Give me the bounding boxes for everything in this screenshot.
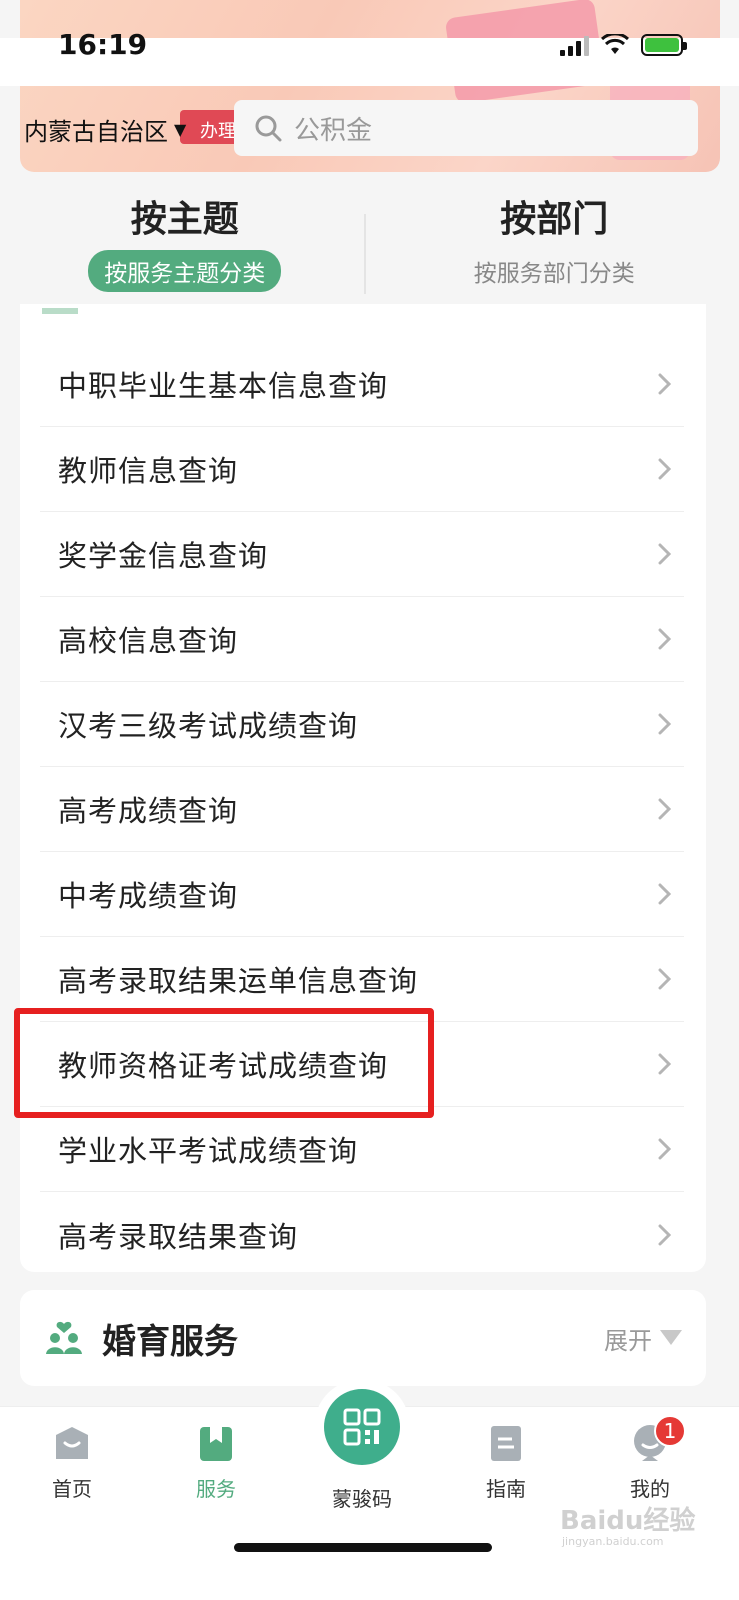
service-item-label: 高考录取结果查询 bbox=[58, 1219, 299, 1254]
triangle-down-icon bbox=[660, 1330, 682, 1345]
chevron-right-icon bbox=[658, 373, 672, 395]
service-item-label: 中职毕业生基本信息查询 bbox=[58, 369, 389, 403]
chevron-right-icon bbox=[658, 713, 672, 735]
service-list-item[interactable]: 高校信息查询 bbox=[40, 597, 684, 682]
chevron-right-icon bbox=[658, 883, 672, 905]
nav-label: 我的 bbox=[630, 1477, 670, 1501]
nav-label: 服务 bbox=[196, 1477, 236, 1501]
banner-ribbon-text: 办理 bbox=[200, 121, 236, 142]
service-list-item[interactable]: 高考录取结果查询 bbox=[40, 1192, 684, 1277]
section-title: 婚育服务 bbox=[102, 1321, 238, 1362]
service-item-label: 高校信息查询 bbox=[58, 624, 239, 658]
nav-label: 指南 bbox=[486, 1477, 526, 1501]
tab-by-department[interactable]: 按部门 按服务部门分类 bbox=[370, 172, 739, 304]
tab-subtitle: 按服务部门分类 bbox=[473, 261, 635, 287]
service-item-label: 学业水平考试成绩查询 bbox=[58, 1134, 359, 1168]
status-time: 16:19 bbox=[58, 28, 148, 61]
chevron-right-icon bbox=[658, 458, 672, 480]
nav-services[interactable]: 服务 bbox=[166, 1423, 266, 1502]
nav-guide[interactable]: 指南 bbox=[456, 1423, 556, 1502]
section-marriage-services[interactable]: 婚育服务 展开 bbox=[20, 1290, 706, 1386]
wifi-icon bbox=[601, 34, 629, 54]
expand-toggle[interactable]: 展开 bbox=[604, 1321, 682, 1356]
cellular-signal-icon bbox=[560, 34, 589, 56]
service-list-item[interactable]: 教师资格证考试成绩查询 bbox=[40, 1022, 684, 1107]
service-item-label: 教师资格证考试成绩查询 bbox=[58, 1049, 389, 1083]
family-icon bbox=[46, 1321, 82, 1354]
service-item-label: 高考录取结果运单信息查询 bbox=[58, 964, 419, 998]
notification-badge: 1 bbox=[654, 1415, 686, 1447]
region-selector[interactable]: 内蒙古自治区 ▼ bbox=[24, 112, 186, 147]
service-list: 中职毕业生基本信息查询 教师信息查询 奖学金信息查询 高校信息查询汉考三级考试成绩查询… bbox=[20, 304, 706, 1272]
bookmark-icon bbox=[200, 1427, 232, 1461]
section-icon-peek bbox=[42, 304, 78, 314]
nav-label: 首页 bbox=[52, 1477, 92, 1501]
nav-profile[interactable]: 我的 1 bbox=[600, 1415, 700, 1502]
search-icon bbox=[255, 115, 282, 142]
guide-icon bbox=[491, 1426, 521, 1461]
service-list-item[interactable]: 学业水平考试成绩查询 bbox=[40, 1107, 684, 1192]
service-list-item[interactable]: 中职毕业生基本信息查询 bbox=[40, 342, 684, 427]
service-item-label: 中考成绩查询 bbox=[58, 879, 239, 913]
chevron-right-icon bbox=[658, 1224, 672, 1245]
search-input[interactable]: 公积金 bbox=[234, 100, 698, 156]
service-item-label: 高考成绩查询 bbox=[58, 794, 239, 828]
nav-label: 蒙骏码 bbox=[332, 1487, 392, 1511]
service-list-item[interactable]: 汉考三级考试成绩查询 bbox=[40, 682, 684, 767]
nav-qr-label-wrap[interactable]: 蒙骏码 bbox=[312, 1473, 412, 1512]
nav-home[interactable]: 首页 bbox=[22, 1423, 122, 1502]
chevron-right-icon bbox=[658, 798, 672, 820]
chevron-right-icon bbox=[658, 1053, 672, 1075]
service-item-label: 奖学金信息查询 bbox=[58, 539, 269, 573]
region-label: 内蒙古自治区 bbox=[24, 118, 168, 146]
expand-label: 展开 bbox=[604, 1326, 652, 1355]
tab-divider bbox=[364, 214, 366, 294]
service-list-item[interactable]: 奖学金信息查询 bbox=[40, 512, 684, 597]
watermark-url: jingyan.baidu.com bbox=[562, 1535, 664, 1548]
qr-code-button[interactable] bbox=[324, 1389, 400, 1465]
service-list-item[interactable]: 中考成绩查询 bbox=[40, 852, 684, 937]
tab-title: 按部门 bbox=[500, 199, 609, 240]
status-icons bbox=[560, 34, 687, 56]
chevron-right-icon bbox=[658, 628, 672, 650]
chevron-right-icon bbox=[658, 543, 672, 565]
category-tabs: 按主题 按服务主题分类 按部门 按服务部门分类 bbox=[0, 172, 739, 304]
home-icon bbox=[56, 1427, 88, 1459]
qr-code-icon bbox=[343, 1408, 381, 1446]
tab-title: 按主题 bbox=[130, 199, 239, 240]
chevron-right-icon bbox=[658, 1138, 672, 1160]
service-item-label: 教师信息查询 bbox=[58, 454, 239, 488]
service-list-item[interactable]: 教师信息查询 bbox=[40, 427, 684, 512]
home-indicator[interactable] bbox=[234, 1543, 492, 1552]
battery-icon bbox=[641, 34, 687, 56]
caret-down-icon: ▼ bbox=[174, 120, 187, 139]
chevron-right-icon bbox=[658, 968, 672, 990]
service-list-item[interactable]: 高考成绩查询 bbox=[40, 767, 684, 852]
service-item-label: 汉考三级考试成绩查询 bbox=[58, 709, 359, 743]
service-list-item[interactable]: 高考录取结果运单信息查询 bbox=[40, 937, 684, 1022]
search-placeholder: 公积金 bbox=[294, 115, 373, 146]
watermark-logo: Baidu经验 bbox=[560, 1506, 696, 1536]
